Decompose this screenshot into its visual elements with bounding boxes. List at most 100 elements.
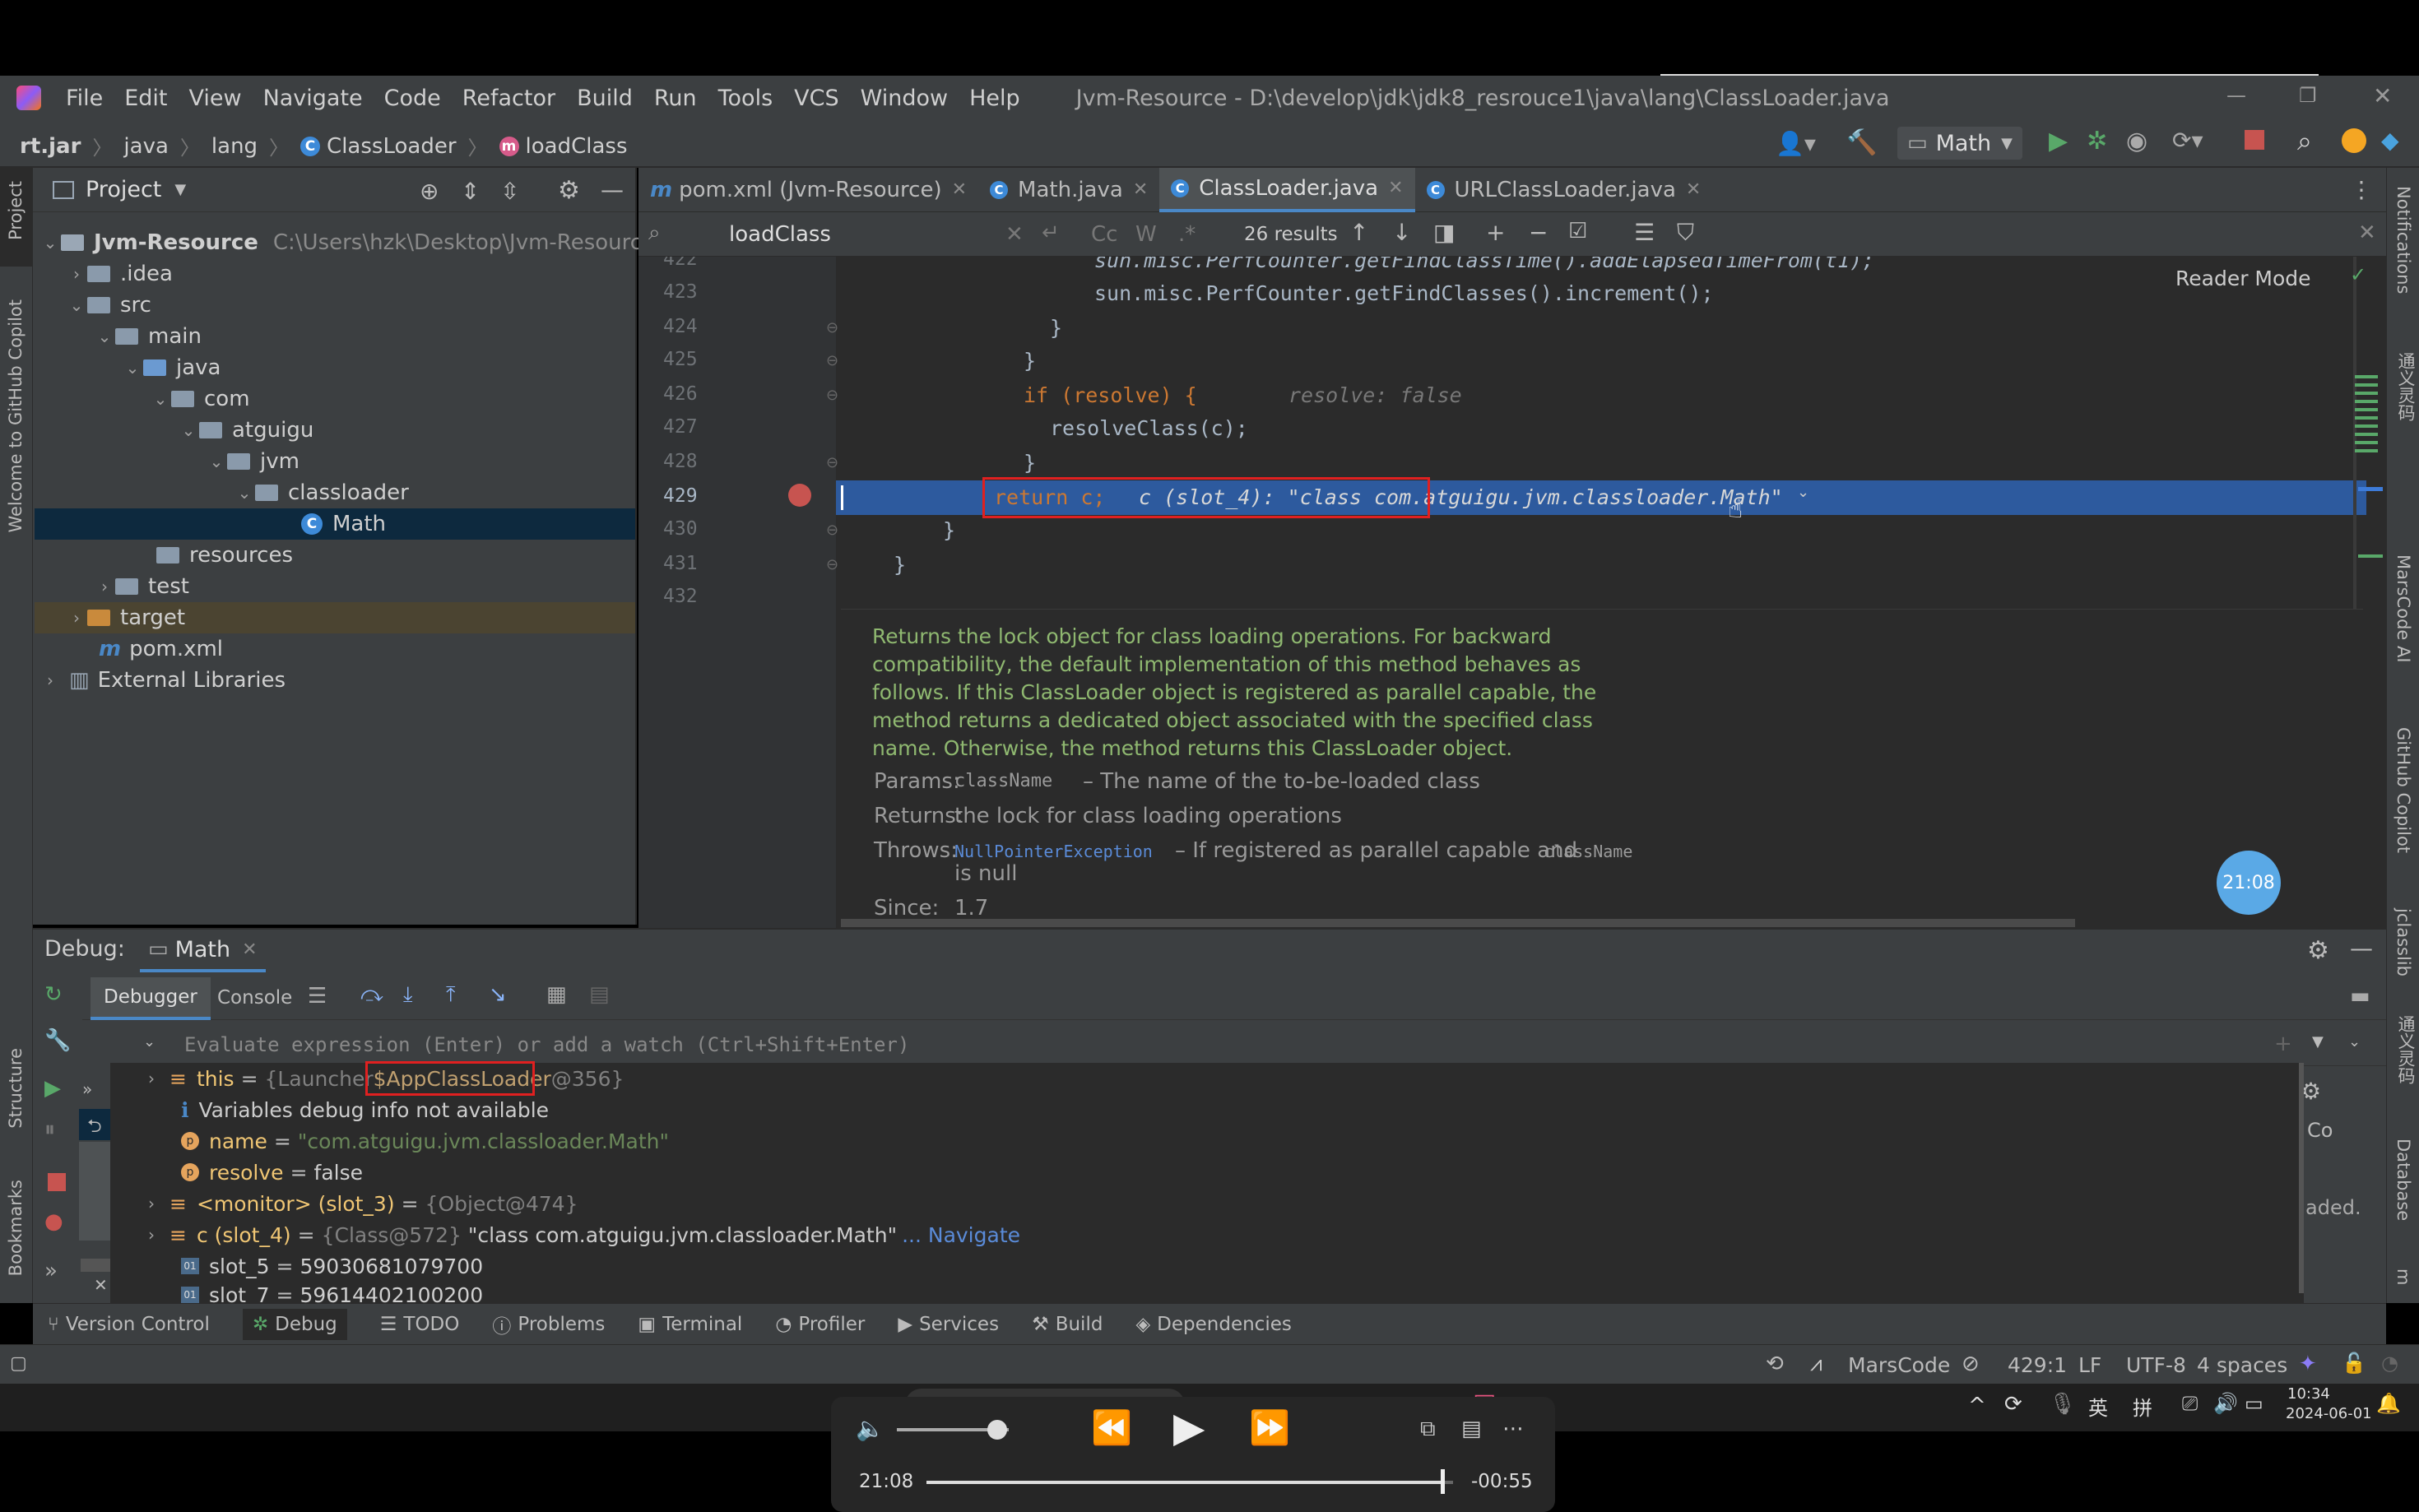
stop-icon[interactable] [2245, 130, 2264, 150]
user-icon[interactable]: 👤▾ [1776, 130, 1816, 157]
step-out-icon[interactable]: ⤒ [446, 982, 456, 1008]
search-input[interactable]: loadClass [729, 222, 831, 247]
tree-item-classloader[interactable]: ⌄ classloader [234, 477, 409, 508]
plugin-status-icon[interactable]: ✦ [2299, 1352, 2317, 1376]
tree-item-main[interactable]: ⌄ main [94, 321, 202, 352]
variable-row[interactable]: 01 slot_7 = 59614402100200 [181, 1282, 483, 1303]
project-tool-button[interactable]: Project [6, 181, 26, 240]
project-title[interactable]: Project [86, 177, 161, 202]
frames-more-icon[interactable]: » [82, 1079, 92, 1099]
whole-words-toggle[interactable]: W [1135, 222, 1157, 247]
chevron-down-icon[interactable]: ⌄ [143, 1033, 156, 1051]
tool-terminal[interactable]: ▣ Terminal [638, 1314, 742, 1335]
select-all-occurrences-icon[interactable]: ◨ [1433, 219, 1455, 246]
chevron-down-icon[interactable]: ▼ [2312, 1033, 2324, 1051]
menu-edit[interactable]: Edit [124, 86, 167, 111]
menu-vcs[interactable]: VCS [794, 86, 838, 111]
menu-lines-icon[interactable]: ☰ [308, 984, 327, 1009]
menu-file[interactable]: File [66, 86, 103, 111]
regex-toggle[interactable]: .* [1178, 222, 1196, 247]
breadcrumb-jar[interactable]: rt.jar [20, 134, 81, 159]
tab-pom-xml[interactable]: m pom.xml (Jvm-Resource) ✕ [638, 168, 978, 212]
more-icon[interactable]: » [44, 1259, 58, 1283]
trace-icon[interactable]: ▤ [589, 982, 610, 1007]
jclasslib-button[interactable]: jclasslib [2393, 908, 2413, 976]
doc-throws-link[interactable]: NullPointerException [954, 842, 1153, 861]
settings-gear-icon[interactable]: ⚙ [558, 176, 580, 205]
fold-marker-icon[interactable]: ⊖ [826, 522, 838, 539]
indent-setting[interactable]: 4 spaces [2197, 1353, 2287, 1377]
progress-thumb[interactable] [1441, 1469, 1446, 1494]
progress-track[interactable] [926, 1481, 1453, 1484]
tab-math-java[interactable]: C Math.java ✕ [978, 168, 1159, 212]
debug-bug-icon[interactable]: ✲ [2087, 127, 2107, 155]
new-line-icon[interactable]: ↵ [1042, 220, 1060, 245]
line-separator[interactable]: LF [2078, 1353, 2101, 1377]
tray-sync-icon[interactable]: ⟳ [2004, 1392, 2022, 1417]
tab-classloader-java[interactable]: C ClassLoader.java ✕ [1159, 167, 1415, 212]
resume-icon[interactable]: ▶ [44, 1076, 61, 1101]
tree-item-target[interactable]: › target [66, 602, 185, 633]
subtitles-icon[interactable]: ▤ [1461, 1417, 1482, 1441]
tree-item-pom[interactable]: m pom.xml [99, 633, 223, 665]
more-tabs-icon[interactable]: ⋮ [2350, 176, 2373, 203]
menu-navigate[interactable]: Navigate [263, 86, 363, 111]
tool-build[interactable]: ⚒ Build [1032, 1314, 1103, 1335]
profile-icon[interactable]: ⟳▾ [2172, 127, 2203, 154]
breakpoint-icon[interactable] [788, 484, 811, 507]
close-window-icon[interactable]: ✕ [2373, 82, 2392, 109]
sync-icon[interactable]: ⟲ [1766, 1352, 1784, 1376]
tab-urlclassloader-java[interactable]: C URLClassLoader.java ✕ [1415, 168, 1713, 212]
database-button[interactable]: Database [2393, 1139, 2413, 1221]
variable-row[interactable]: p resolve = false [181, 1157, 363, 1188]
tree-root[interactable]: ⌄ Jvm-Resource C:\Users\hzk\Desktop\Jvm-… [39, 227, 655, 258]
wrench-icon[interactable]: 🔧 [44, 1028, 71, 1053]
lock-icon[interactable]: 🔓 [2342, 1352, 2366, 1375]
fold-marker-icon[interactable]: ⊖ [826, 352, 838, 369]
close-icon[interactable]: ✕ [952, 179, 967, 200]
tree-item-com[interactable]: ⌄ com [150, 383, 250, 415]
close-icon[interactable]: ✕ [1133, 179, 1148, 200]
variable-row[interactable]: › ≡ <monitor> (slot_3) = {Object@474} [148, 1188, 578, 1219]
chevron-up-icon[interactable]: ^ [1968, 1394, 1986, 1418]
copilot-welcome-button[interactable]: Welcome to GitHub Copilot [6, 299, 26, 533]
pause-icon[interactable]: ⏸ [44, 1117, 55, 1143]
tree-item-java[interactable]: ⌄ java [122, 352, 221, 383]
fold-marker-icon[interactable]: ⊖ [826, 387, 838, 404]
volume-slider-thumb[interactable] [987, 1420, 1007, 1440]
menu-view[interactable]: View [188, 86, 241, 111]
tree-item-idea[interactable]: › .idea [66, 258, 173, 290]
add-watch-icon[interactable]: + [2274, 1032, 2292, 1056]
tab-debugger[interactable]: Debugger [91, 977, 211, 1020]
network-icon[interactable]: ⎚ [2182, 1392, 2198, 1415]
marscode-status[interactable]: MarsCode [1848, 1353, 1950, 1377]
tool-todo[interactable]: ☰ TODO [380, 1314, 460, 1335]
tongyi-button[interactable]: 通义灵码 [2393, 352, 2418, 421]
variable-row[interactable]: 01 slot_5 = 59030681079700 [181, 1250, 483, 1282]
coverage-icon[interactable]: ◉ [2126, 127, 2147, 155]
more-options-icon[interactable]: ⋯ [1502, 1417, 1524, 1441]
structure-tool-button[interactable]: Structure [6, 1048, 26, 1129]
stop-icon[interactable] [48, 1173, 66, 1191]
remove-occurrence-icon[interactable]: − [1529, 219, 1548, 246]
microphone-icon[interactable]: 🎙 [2049, 1392, 2076, 1417]
run-config-selector[interactable]: ▭ Math ▼ [1897, 127, 2022, 160]
tongyi-2-button[interactable]: 通义灵码 [2393, 1015, 2418, 1084]
fold-marker-icon[interactable]: ⊖ [826, 454, 838, 471]
tool-debug[interactable]: ✲ Debug [242, 1308, 347, 1340]
tree-item-atguigu[interactable]: ⌄ atguigu [178, 415, 314, 446]
marscode-ai-button[interactable]: MarsCode AI [2393, 554, 2413, 663]
notification-bell-icon[interactable]: 🔔 [2376, 1392, 2401, 1415]
code-editor[interactable]: Reader Mode ✓ 422 423 424 425 426 427 42… [638, 257, 2386, 928]
fold-marker-icon[interactable]: ⊖ [826, 319, 838, 336]
chevron-down-icon[interactable]: ⌄ [1797, 484, 1809, 501]
clear-search-icon[interactable]: ✕ [1005, 222, 1024, 247]
tool-version-control[interactable]: ⑂ Version Control [48, 1314, 210, 1335]
menu-code[interactable]: Code [384, 86, 441, 111]
minimize-icon[interactable]: — [2226, 84, 2246, 107]
plugin-icon[interactable]: ◆ [2381, 127, 2399, 154]
settings-gear-icon[interactable]: ⚙ [2307, 936, 2329, 965]
match-case-toggle[interactable]: Cc [1091, 222, 1117, 247]
filter-options-icon[interactable]: ☰ [1634, 219, 1655, 246]
notification-status-icon[interactable]: ◔ [2381, 1352, 2398, 1375]
